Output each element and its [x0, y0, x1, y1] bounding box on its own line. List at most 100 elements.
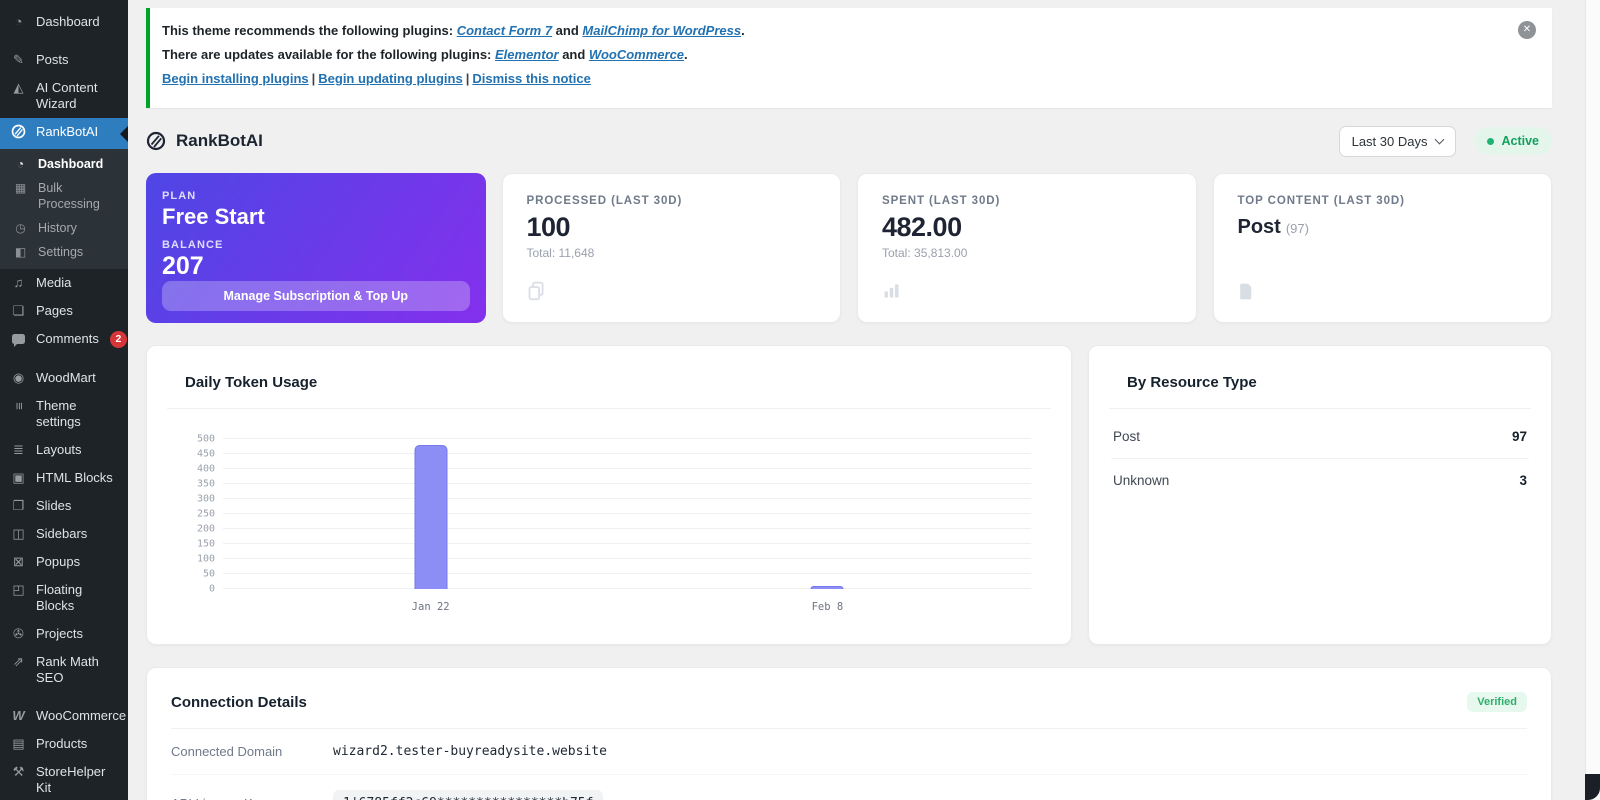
y-axis-tick-label: 50	[177, 569, 215, 580]
popup-icon: ⊠	[10, 554, 27, 570]
sidebar-item-layouts[interactable]: ≣ Layouts	[0, 436, 128, 464]
sidebar-item-slides[interactable]: ❐ Slides	[0, 492, 128, 520]
comment-bubble-icon	[10, 331, 27, 348]
gridline	[223, 438, 1031, 439]
resource-panel-title: By Resource Type	[1127, 374, 1257, 391]
sidebar-item-products[interactable]: ▤ Products	[0, 730, 128, 758]
sidebar-item-ai-content-wizard[interactable]: ◭ AI Content Wizard	[0, 74, 128, 118]
elementor-link[interactable]: Elementor	[495, 47, 559, 62]
by-resource-type-panel: By Resource Type Post 97 Unknown 3	[1088, 345, 1552, 645]
gridline	[223, 558, 1031, 559]
daily-token-usage-panel: Daily Token Usage 0501001502002503003504…	[146, 345, 1072, 645]
sidebar-layout-icon: ◫	[10, 526, 27, 542]
sidebar-item-pages[interactable]: ❏ Pages	[0, 297, 128, 325]
plan-card: PLAN Free Start BALANCE 207 Manage Subsc…	[146, 173, 486, 323]
stat-cards-row: PLAN Free Start BALANCE 207 Manage Subsc…	[146, 173, 1552, 323]
page-header: RankBotAI Last 30 Days Active	[146, 122, 1552, 160]
comments-count-badge: 2	[110, 331, 127, 348]
notice-line-2: There are updates available for the foll…	[162, 47, 1508, 62]
y-axis-tick-label: 500	[177, 434, 215, 445]
chevron-down-icon	[1435, 135, 1445, 145]
gridline	[223, 498, 1031, 499]
connection-details-panel: Connection Details Verified Connected Do…	[146, 667, 1552, 800]
y-axis-tick-label: 150	[177, 539, 215, 550]
woodmart-icon: ◉	[10, 370, 27, 386]
y-axis-tick-label: 300	[177, 494, 215, 505]
contact-form-7-link[interactable]: Contact Form 7	[457, 23, 552, 38]
gridline	[223, 468, 1031, 469]
sidebar-item-floating-blocks[interactable]: ◰ Floating Blocks	[0, 576, 128, 620]
dashboard-icon: ◔	[10, 14, 27, 30]
submenu-item-bulk-processing[interactable]: ▦ Bulk Processing	[0, 176, 128, 216]
briefcase-icon: ✇	[10, 626, 27, 642]
submenu-item-history[interactable]: ◷ History	[0, 216, 128, 240]
status-badge: Active	[1474, 127, 1552, 155]
mailchimp-link[interactable]: MailChimp for WordPress	[582, 23, 741, 38]
gridline	[223, 483, 1031, 484]
dismiss-notice-link[interactable]: Dismiss this notice	[472, 71, 590, 86]
gridline	[223, 573, 1031, 574]
chart-bar-jan-22[interactable]	[414, 445, 447, 589]
gridline	[223, 528, 1031, 529]
begin-updating-plugins-link[interactable]: Begin updating plugins	[318, 71, 462, 86]
api-license-key-row: API License Key 1|6785ff2c69************…	[171, 775, 1527, 800]
processed-card: PROCESSED (LAST 30D) 100 Total: 11,648	[502, 173, 842, 323]
gridline	[223, 588, 1031, 589]
chart-plot: 050100150200250300350400450500Jan 22Feb …	[223, 439, 1031, 589]
y-axis-tick-label: 200	[177, 524, 215, 535]
resource-row-post: Post 97	[1111, 415, 1529, 459]
y-axis-tick-label: 0	[177, 584, 215, 595]
begin-installing-plugins-link[interactable]: Begin installing plugins	[162, 71, 309, 86]
sidebar-item-dashboard[interactable]: ◔ Dashboard	[0, 8, 128, 36]
status-dot-icon	[1487, 138, 1494, 145]
chart-title: Daily Token Usage	[185, 374, 317, 391]
grid-icon: ▦	[12, 180, 29, 196]
manage-subscription-button[interactable]: Manage Subscription & Top Up	[162, 281, 470, 311]
scrollbar[interactable]	[1585, 0, 1600, 800]
clock-icon: ◷	[12, 220, 29, 236]
sidebar-item-storehelper-kit[interactable]: ⚒ StoreHelper Kit	[0, 758, 128, 800]
top-content-card: TOP CONTENT (LAST 30D) Post(97)	[1213, 173, 1553, 323]
woocommerce-link[interactable]: WooCommerce	[589, 47, 684, 62]
media-icon: ♫	[10, 275, 27, 291]
date-range-select[interactable]: Last 30 Days	[1339, 126, 1457, 157]
dismiss-icon[interactable]: ✕	[1518, 21, 1536, 39]
notice-line-1: This theme recommends the following plug…	[162, 23, 1508, 38]
sidebar-item-rank-math-seo[interactable]: ⇗ Rank Math SEO	[0, 648, 128, 692]
sidebar-item-popups[interactable]: ⊠ Popups	[0, 548, 128, 576]
submenu-item-dashboard[interactable]: ◔ Dashboard	[0, 152, 128, 176]
y-axis-tick-label: 350	[177, 479, 215, 490]
sidebar-item-posts[interactable]: ✎ Posts	[0, 46, 128, 74]
layers-icon: ≣	[10, 442, 27, 458]
code-block-icon: ▣	[10, 470, 27, 486]
sidebar-item-woocommerce[interactable]: W WooCommerce	[0, 702, 128, 730]
panels-row: Daily Token Usage 0501001502002503003504…	[146, 345, 1552, 645]
connected-domain-value: wizard2.tester-buyreadysite.website	[333, 744, 1527, 759]
sidebar-item-media[interactable]: ♫ Media	[0, 269, 128, 297]
sidebar-item-sidebars[interactable]: ◫ Sidebars	[0, 520, 128, 548]
rankbot-logo-icon	[10, 124, 27, 143]
menu-separator	[0, 36, 128, 46]
sidebar-item-comments[interactable]: Comments 2	[0, 325, 128, 354]
resource-row-unknown: Unknown 3	[1111, 459, 1529, 502]
document-icon	[1237, 282, 1256, 306]
x-axis-tick-label: Feb 8	[812, 601, 844, 613]
sliders-icon: ≡	[10, 398, 27, 414]
bar-chart-icon	[881, 280, 902, 306]
y-axis-tick-label: 250	[177, 509, 215, 520]
submenu-item-settings[interactable]: ◧ Settings	[0, 240, 128, 264]
sidebar-item-projects[interactable]: ✇ Projects	[0, 620, 128, 648]
sidebar-item-html-blocks[interactable]: ▣ HTML Blocks	[0, 464, 128, 492]
plugin-notice: This theme recommends the following plug…	[146, 8, 1552, 108]
x-axis-tick-label: Jan 22	[412, 601, 450, 613]
notice-actions: Begin installing plugins|Begin updating …	[162, 71, 1508, 86]
sidebar-item-woodmart[interactable]: ◉ WoodMart	[0, 364, 128, 392]
y-axis-tick-label: 100	[177, 554, 215, 565]
api-license-key-value: 1|6785ff2c69****************b75f	[333, 790, 603, 800]
settings-icon: ◧	[12, 244, 29, 260]
archive-box-icon: ▤	[10, 736, 27, 752]
sidebar-item-theme-settings[interactable]: ≡ Theme settings	[0, 392, 128, 436]
chart-bar-feb-8[interactable]	[811, 586, 844, 589]
sidebar-item-rankbotai[interactable]: RankBotAI	[0, 118, 128, 149]
hammer-icon: ⚒	[10, 764, 27, 780]
